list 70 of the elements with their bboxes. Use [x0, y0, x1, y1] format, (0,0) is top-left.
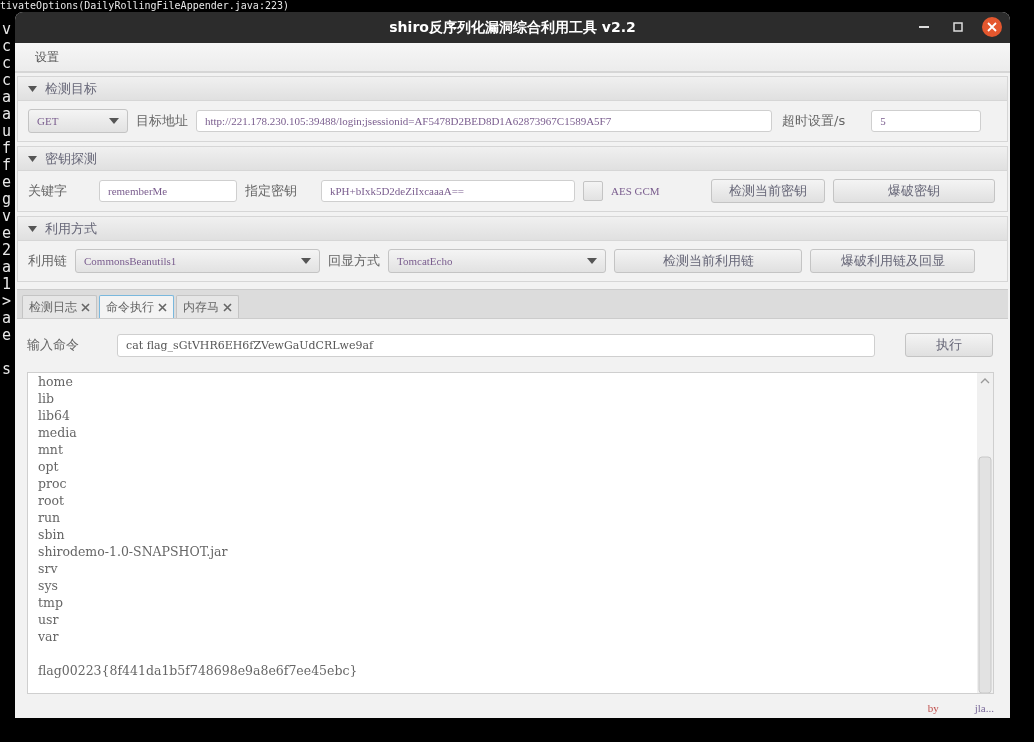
tab[interactable]: 内存马 — [176, 295, 239, 318]
field-label: 利用链 — [28, 252, 67, 270]
terminal-line: a — [1, 89, 12, 106]
key-field[interactable]: kPH+bIxk5D2deZiIxcaaaA== — [321, 180, 575, 202]
terminal-line: 2 — [1, 242, 12, 259]
terminal-line: c — [1, 38, 12, 55]
terminal-line: a — [1, 259, 12, 276]
command-output: home lib lib64 media mnt opt proc root run sbin shirodemo-1.0-SNAPSHOT.jar srv sys tmp usr var flag00223{8f441da1b5f748698e9a8e6f7ee45ebc} — [38, 373, 359, 679]
terminal-line: f — [1, 157, 12, 174]
field-label: 回显方式 — [328, 252, 380, 270]
brute-key-button[interactable]: 爆破密钥 — [832, 179, 995, 203]
section-header[interactable]: 密钥探测 — [18, 147, 1007, 171]
footer-text: jla... — [974, 702, 994, 714]
terminal-line: v — [1, 21, 12, 38]
echo-dropdown[interactable]: TomcatEcho — [388, 249, 606, 273]
dropdown-caret-icon — [587, 258, 597, 264]
dropdown-caret-icon — [301, 258, 311, 264]
terminal-line: e — [1, 174, 12, 191]
method-dropdown[interactable]: GET — [28, 109, 128, 133]
checkbox[interactable] — [583, 181, 603, 201]
execute-button[interactable]: 执行 — [905, 333, 993, 357]
detect-chain-button[interactable]: 检测当前利用链 — [614, 249, 802, 273]
timeout-field[interactable]: 5 — [871, 110, 982, 132]
footer-text: by — [927, 702, 939, 714]
terminal-line: e — [1, 327, 12, 344]
terminal-line: v — [1, 208, 12, 225]
terminal-line: c — [1, 72, 12, 89]
terminal-line: g — [1, 191, 12, 208]
section-header[interactable]: 检测目标 — [18, 77, 1007, 101]
terminal-line: a — [1, 310, 12, 327]
terminal-line: tivateOptions(DailyRollingFileAppender.java:223) — [0, 0, 289, 11]
field-label: 指定密钥 — [245, 182, 297, 200]
section-title: 密钥探测 — [45, 149, 97, 168]
url-field[interactable]: http://221.178.230.105:39488/login;jsessionid=AF5478D2BED8D1A62873967C1589A5F7 — [196, 110, 772, 132]
field-label: 输入命令 — [27, 336, 79, 354]
maximize-icon[interactable] — [953, 22, 963, 32]
terminal-line: a — [1, 106, 12, 123]
dropdown-caret-icon — [109, 118, 119, 124]
section-title: 检测目标 — [45, 79, 97, 98]
brute-chain-button[interactable]: 爆破利用链及回显 — [810, 249, 975, 273]
terminal-line: f — [1, 140, 12, 157]
terminal-line: s — [1, 361, 12, 378]
command-field[interactable]: cat flag_sGtVHR6EH6fZVewGaUdCRLwe9af — [117, 333, 875, 357]
close-icon[interactable] — [81, 302, 90, 312]
field-label: 目标地址 — [136, 112, 188, 130]
keyword-field[interactable]: rememberMe — [99, 180, 237, 202]
field-label: 超时设置/s — [782, 112, 846, 130]
tab[interactable]: 命令执行 — [99, 295, 174, 318]
checkbox-label: AES GCM — [611, 185, 660, 197]
terminal-line: c — [1, 55, 12, 72]
expand-triangle-icon — [28, 225, 37, 232]
section-title: 利用方式 — [45, 219, 97, 238]
close-icon — [987, 22, 997, 32]
expand-triangle-icon — [28, 85, 37, 92]
section-header[interactable]: 利用方式 — [18, 217, 1007, 241]
field-label: 关键字 — [28, 182, 67, 200]
detect-key-button[interactable]: 检测当前密钥 — [710, 179, 825, 203]
terminal-line: 1 — [1, 276, 12, 293]
expand-triangle-icon — [28, 155, 37, 162]
window-title: shiro反序列化漏洞综合利用工具 v2.2 — [389, 18, 636, 37]
terminal-line: u — [1, 123, 12, 140]
terminal-line: e — [1, 225, 12, 242]
scrollbar-drawing[interactable] — [977, 373, 993, 693]
close-button[interactable] — [982, 17, 1002, 37]
tab[interactable]: 检测日志 — [22, 295, 97, 318]
menu-item[interactable]: 设置 — [33, 48, 61, 66]
close-icon[interactable] — [158, 302, 167, 312]
terminal-line: > — [1, 293, 12, 310]
chain-dropdown[interactable]: CommonsBeanutils1 — [75, 249, 320, 273]
close-icon[interactable] — [223, 302, 232, 312]
